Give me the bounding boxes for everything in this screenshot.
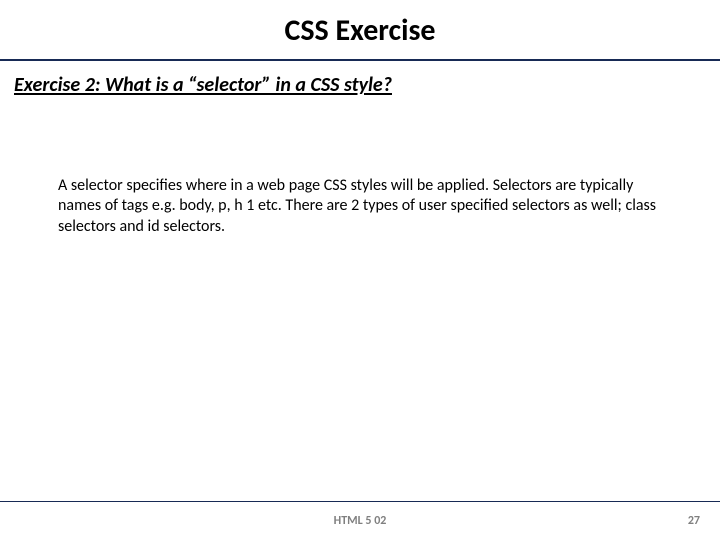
page-number: 27 — [688, 514, 700, 528]
slide-title: CSS Exercise — [0, 0, 720, 59]
exercise-question: Exercise 2: What is a “selector” in a CS… — [0, 61, 720, 97]
slide: CSS Exercise Exercise 2: What is a “sele… — [0, 0, 720, 540]
footer-divider — [0, 501, 720, 502]
footer-label: HTML 5 02 — [0, 514, 720, 528]
answer-text: A selector specifies where in a web page… — [58, 176, 662, 237]
